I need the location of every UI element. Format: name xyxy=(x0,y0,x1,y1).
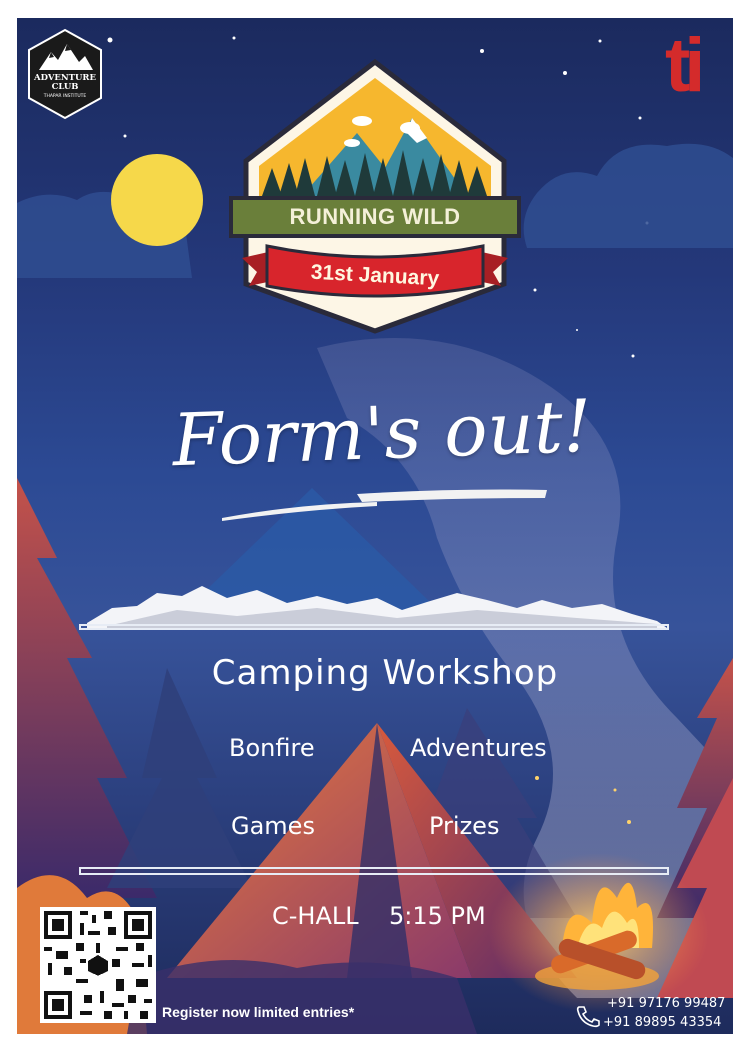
badge-title: RUNNING WILD xyxy=(289,204,461,229)
cloud-right xyxy=(523,143,733,248)
divider-top xyxy=(79,624,669,630)
divider-bottom xyxy=(79,867,669,875)
headline: Form's out! xyxy=(171,383,593,483)
feature-games: Games xyxy=(231,812,315,840)
background-illustration xyxy=(17,36,733,1034)
club-institute: THAPAR INSTITUTE xyxy=(43,94,87,99)
adventure-club-logo: ADVENTURE CLUB THAPAR INSTITUTE xyxy=(25,28,105,120)
moon xyxy=(111,154,203,246)
contact-phone-2[interactable]: +91 89895 43354 xyxy=(603,1015,721,1030)
qr-code[interactable] xyxy=(40,907,156,1023)
phone-icon xyxy=(575,1004,603,1028)
feature-prizes: Prizes xyxy=(429,812,500,840)
feature-adventures: Adventures xyxy=(410,734,547,762)
feature-bonfire: Bonfire xyxy=(229,734,315,762)
event-poster: ADVENTURE CLUB THAPAR INSTITUTE ti RUNNIN… xyxy=(17,18,733,1034)
event-title: Camping Workshop xyxy=(211,653,559,693)
club-name: ADVENTURE CLUB xyxy=(34,73,96,92)
ti-logo: ti xyxy=(665,23,705,108)
event-time: 5:15 PM xyxy=(389,902,486,930)
contact-phone-1[interactable]: +91 97176 99487 xyxy=(607,996,725,1011)
event-venue: C-HALL xyxy=(272,902,359,930)
register-text: Register now limited entries* xyxy=(162,1004,355,1020)
